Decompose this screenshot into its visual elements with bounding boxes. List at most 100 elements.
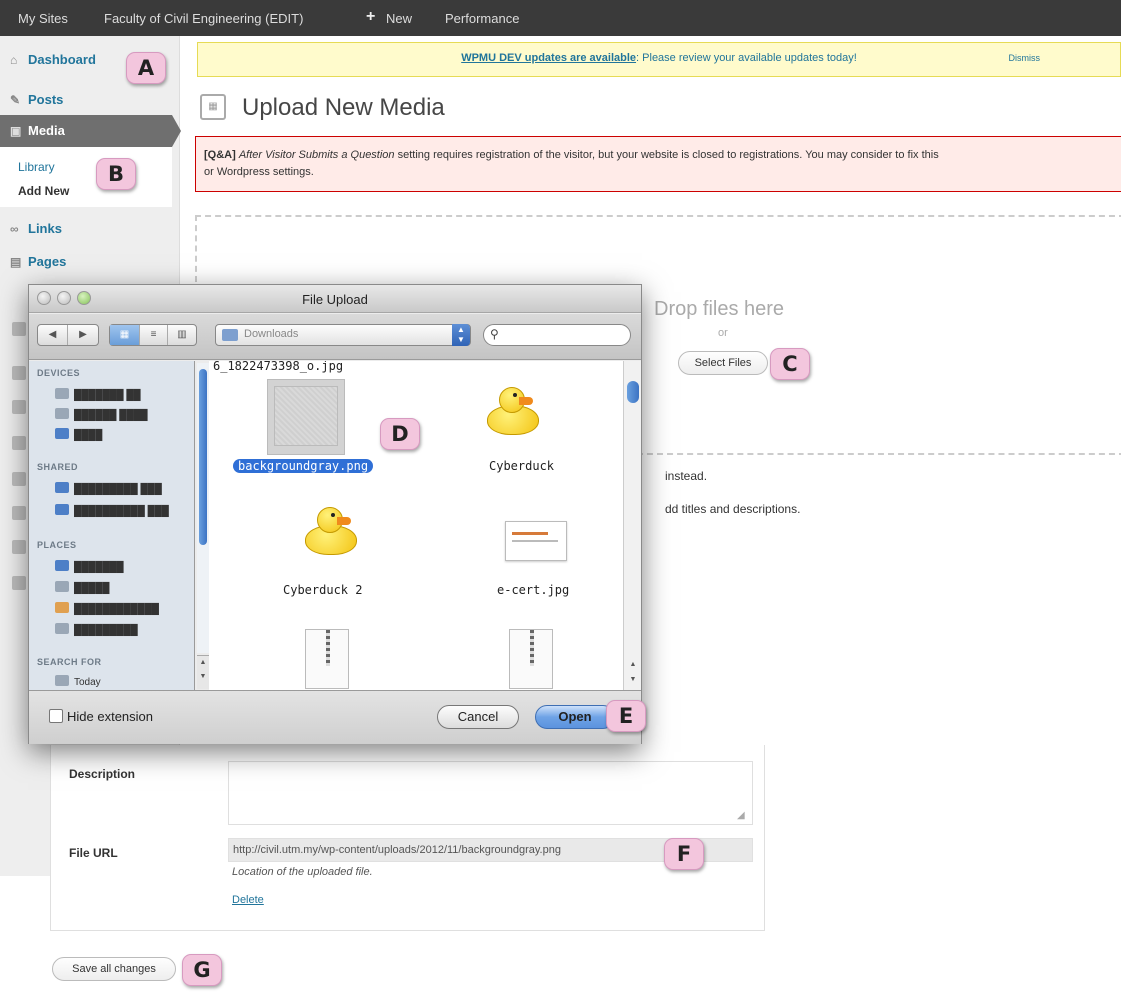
callout-g: G [182,954,222,986]
menu-pages[interactable]: ▤ Pages [10,254,66,269]
forward-arrow-icon[interactable]: ▶ [68,325,98,345]
source-scrollbar[interactable] [197,363,209,653]
media-icon: ▣ [10,124,22,138]
source-item[interactable]: █████████ ███ [55,482,162,495]
menu-icon-stub[interactable] [12,576,26,590]
source-item[interactable]: ███████ [55,560,124,573]
file-label[interactable]: e-cert.jpg [497,583,569,597]
callout-a: A [126,52,166,84]
scroll-thumb[interactable] [627,381,639,403]
list-view-icon[interactable]: ≡ [140,325,168,345]
section-places[interactable]: PLACES [37,540,77,550]
archive-file-icon[interactable] [509,629,553,689]
file-label[interactable]: Cyberduck [489,459,554,473]
menu-icon-stub[interactable] [12,322,26,336]
file-browser: 6_1822473398_o.jpg backgroundgray.png Cy… [209,361,623,690]
dashboard-icon: ⌂ [10,53,18,67]
submenu-add-new[interactable]: Add New [18,184,69,198]
performance-link[interactable]: Performance [445,11,519,26]
error-notice: [Q&A] After Visitor Submits a Question s… [195,136,1121,192]
file-label-top[interactable]: 6_1822473398_o.jpg [213,361,343,373]
source-item[interactable]: ████████████ [55,602,159,615]
location-popup[interactable]: Downloads ▲ ▼ [215,324,471,346]
resize-grip-icon[interactable]: ◢ [737,810,745,821]
scroll-down-icon[interactable]: ▼ [624,673,642,687]
admin-bar: My Sites Faculty of Civil Engineering (E… [0,0,1121,36]
plus-icon: + [366,8,376,25]
disk-icon [55,428,69,439]
hide-extension-checkbox[interactable] [49,709,63,723]
source-scroll-arrows[interactable]: ▲ ▼ [197,655,209,689]
menu-icon-stub[interactable] [12,472,26,486]
source-item[interactable]: ██████ ████ [55,408,148,421]
file-label-selected[interactable]: backgroundgray.png [233,459,374,473]
image-preview-icon [274,386,338,446]
or-text: or [718,327,728,339]
section-search-for[interactable]: SEARCH FOR [37,657,102,667]
menu-icon-stub[interactable] [12,540,26,554]
hide-extension-label[interactable]: Hide extension [67,709,153,724]
menu-icon-stub[interactable] [12,506,26,520]
scroll-up-icon[interactable]: ▲ [624,658,642,672]
file-upload-dialog: File Upload ◀ ▶ ▦ ≡ ▥ Downloads ▲ ▼ ⚲ DEVICE… [28,284,642,744]
cyberduck-icon[interactable] [487,387,543,439]
file-label[interactable]: Cyberduck 2 [283,583,362,597]
cancel-button[interactable]: Cancel [437,705,519,729]
dismiss-link[interactable]: Dismiss [1009,53,1041,63]
media-upload-icon: ▦ [200,94,226,120]
submenu-library[interactable]: Library [18,160,55,174]
page-icon: ▤ [10,255,22,269]
section-shared[interactable]: SHARED [37,462,78,472]
save-all-changes-button[interactable]: Save all changes [52,957,176,981]
file-scrollbar[interactable]: ▲ ▼ [623,361,641,690]
back-arrow-icon[interactable]: ◀ [38,325,68,345]
documents-icon [55,623,69,634]
site-name-link[interactable]: Faculty of Civil Engineering (EDIT) [104,11,303,26]
update-notice-text: WPMU DEV updates are available: Please r… [461,52,857,64]
source-item-today[interactable]: Today [55,675,101,688]
select-files-button[interactable]: Select Files [678,351,768,375]
dialog-search-field[interactable]: ⚲ [483,324,631,346]
file-url-help: Location of the uploaded file. [232,866,373,878]
dialog-titlebar[interactable]: File Upload [29,285,641,313]
file-item-thumbnail[interactable] [267,379,345,455]
description-label: Description [69,767,136,781]
folder-icon [222,329,238,341]
update-notice: WPMU DEV updates are available: Please r… [197,42,1121,77]
source-item[interactable]: ████ [55,428,102,441]
computer-icon [55,482,69,493]
open-button[interactable]: Open [535,705,615,729]
callout-b: B [96,158,136,190]
media-submenu [0,147,172,207]
menu-dashboard[interactable]: ⌂ Dashboard [10,52,96,67]
my-sites-link[interactable]: My Sites [18,11,68,26]
source-item[interactable]: ██████████ ███ [55,504,169,517]
disc-icon [55,408,69,419]
delete-link[interactable]: Delete [232,894,264,906]
source-item[interactable]: █████ [55,581,109,594]
menu-media[interactable]: ▣ Media [10,123,65,138]
scroll-thumb[interactable] [199,369,207,545]
updates-link[interactable]: WPMU DEV updates are available [461,52,636,64]
menu-posts[interactable]: ✎ Posts [10,92,63,107]
menu-icon-stub[interactable] [12,400,26,414]
popup-arrows-icon: ▲ ▼ [452,324,470,346]
menu-links[interactable]: ∞ Links [10,221,62,236]
menu-icon-stub[interactable] [12,366,26,380]
section-devices[interactable]: DEVICES [37,368,80,378]
source-item[interactable]: ███████ ██ [55,388,141,401]
upload-hint-text: dd titles and descriptions. [665,502,801,516]
source-list: DEVICES ███████ ██ ██████ ████ ████ SHAR… [29,361,195,690]
cert-thumbnail-icon[interactable] [505,521,567,561]
menu-icon-stub[interactable] [12,436,26,450]
description-field[interactable] [228,761,753,825]
page-title: Upload New Media [242,94,445,121]
computer-icon [55,504,69,515]
source-item[interactable]: █████████ [55,623,138,636]
clock-icon [55,675,69,686]
new-content-link[interactable]: New [386,11,412,26]
archive-file-icon[interactable] [305,629,349,689]
column-view-icon[interactable]: ▥ [168,325,196,345]
cyberduck-2-icon[interactable] [305,507,361,559]
icon-view-icon[interactable]: ▦ [110,325,140,345]
